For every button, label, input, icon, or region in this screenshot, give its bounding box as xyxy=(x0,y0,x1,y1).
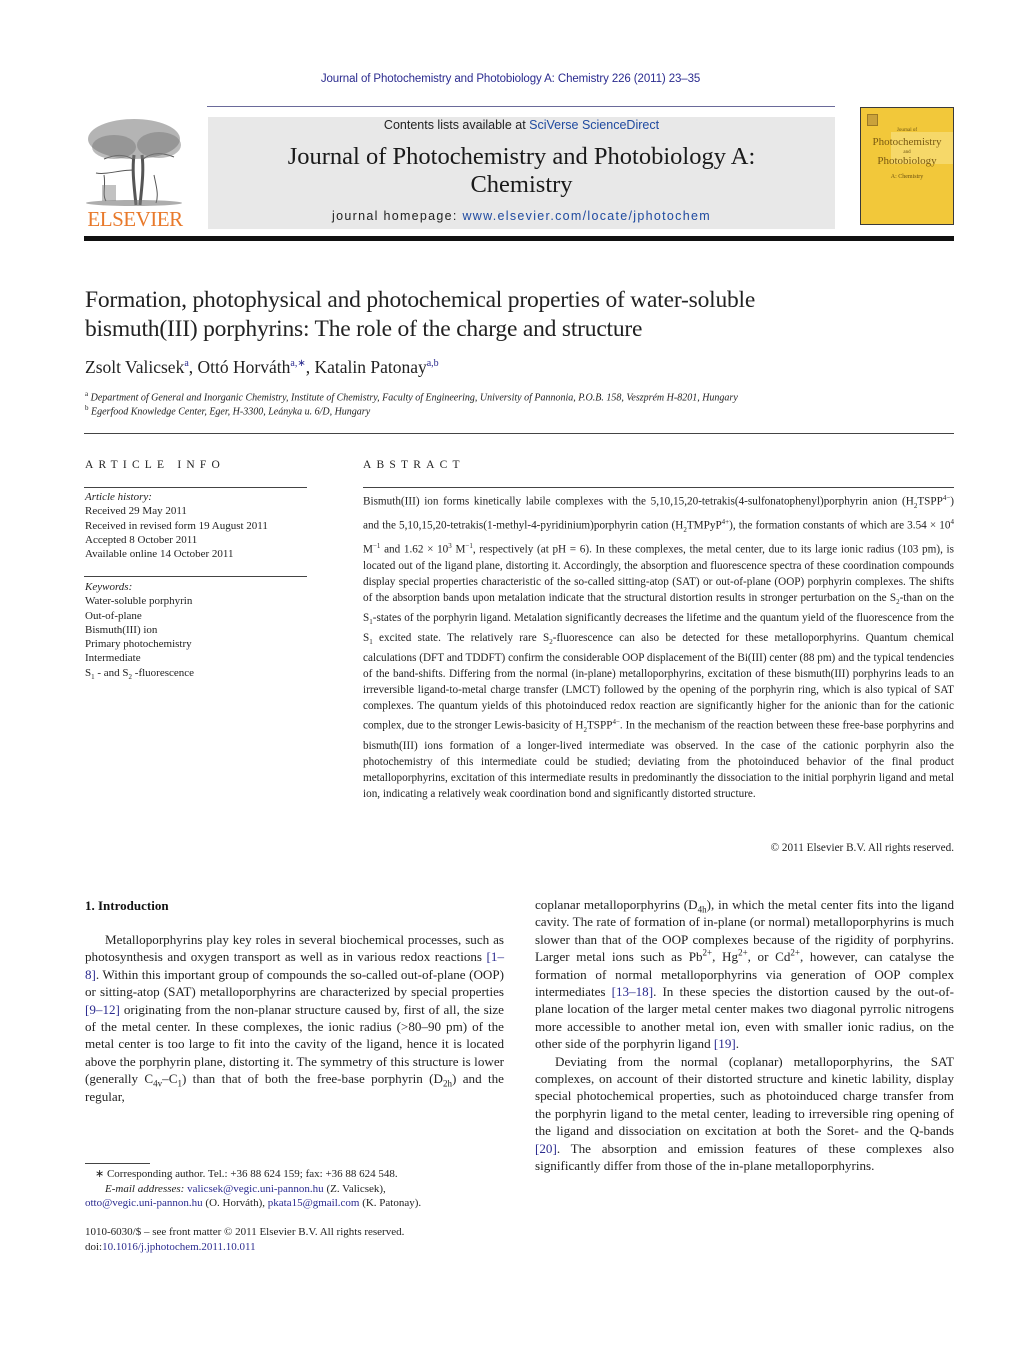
author-affiliation-marker[interactable]: a xyxy=(184,358,188,369)
keywords-divider xyxy=(84,576,307,577)
affiliation-key: b xyxy=(85,404,89,412)
elsevier-wordmark: ELSEVIER xyxy=(87,207,183,231)
journal-title-line2: Chemistry xyxy=(470,171,573,198)
front-matter-info: 1010-6030/$ – see front matter © 2011 El… xyxy=(85,1225,515,1255)
abstract-divider xyxy=(363,487,954,488)
footnote-divider xyxy=(85,1163,150,1164)
cover-publisher-icon xyxy=(867,114,878,126)
journal-homepage: journal homepage: www.elsevier.com/locat… xyxy=(208,209,835,223)
tree-icon xyxy=(86,119,182,206)
body-column-left: Metalloporphyrins play key roles in seve… xyxy=(85,931,504,1105)
article-title: Formation, photophysical and photochemic… xyxy=(85,286,965,344)
article-info-heading: ARTICLE INFO xyxy=(85,459,225,471)
footnotes: ∗ Corresponding author. Tel.: +36 88 624… xyxy=(85,1167,515,1211)
abstract-heading: ABSTRACT xyxy=(363,459,465,471)
keywords-list: Keywords: Water-soluble porphyrin Out-of… xyxy=(85,580,194,684)
homepage-prefix: journal homepage: xyxy=(332,209,463,223)
paragraph: coplanar metalloporphyrins (D4h), in whi… xyxy=(535,897,955,1052)
history-item: Available online 14 October 2011 xyxy=(85,548,234,561)
affiliation-text: Egerfood Knowledge Center, Eger, H-3300,… xyxy=(91,406,371,418)
section-divider xyxy=(84,433,954,434)
copyright-notice: © 2011 Elsevier B.V. All rights reserved… xyxy=(770,842,954,854)
cover-title-2: Photobiology xyxy=(877,155,937,167)
cover-small-title: Journal of xyxy=(896,128,918,133)
email-link[interactable]: valicsek@vegic.uni-pannon.hu xyxy=(187,1183,324,1195)
article-title-line2: bismuth(III) porphyrins: The role of the… xyxy=(85,316,643,342)
author-affiliation-marker[interactable]: a,b xyxy=(427,358,439,369)
doi-link[interactable]: 10.1016/j.jphotochem.2011.10.011 xyxy=(102,1241,255,1253)
author-list: Zsolt Valicseka, Ottó Horvátha,∗, Katali… xyxy=(85,357,439,377)
citation-link[interactable]: [13–18] xyxy=(612,984,653,999)
citation-link[interactable]: [20] xyxy=(535,1141,557,1156)
keyword-item: Bismuth(III) ion xyxy=(85,623,158,636)
affiliation-a: a Department of General and Inorganic Ch… xyxy=(85,390,738,403)
running-head-citation[interactable]: Journal of Photochemistry and Photobiolo… xyxy=(0,73,1021,85)
email-line: E-mail addresses: valicsek@vegic.uni-pan… xyxy=(105,1182,386,1195)
journal-cover-thumbnail[interactable]: Journal of Photochemistry and Photobiolo… xyxy=(860,107,954,225)
masthead-thick-divider xyxy=(84,236,954,241)
corresponding-author-note: ∗ Corresponding author. Tel.: +36 88 624… xyxy=(95,1168,398,1180)
email-link[interactable]: otto@vegic.uni-pannon.hu xyxy=(85,1197,203,1209)
citation-link[interactable]: [9–12] xyxy=(85,1002,120,1017)
keyword-item: Intermediate xyxy=(85,652,141,665)
article-info-divider xyxy=(84,487,307,488)
history-item: Received 29 May 2011 xyxy=(85,505,187,518)
homepage-link[interactable]: www.elsevier.com/locate/jphotochem xyxy=(462,209,710,223)
contents-availability: Contents lists available at SciVerse Sci… xyxy=(208,118,835,132)
keywords-label: Keywords: xyxy=(85,581,133,593)
keyword-item: S1 - and S2 -fluorescence xyxy=(85,666,195,681)
paragraph: Metalloporphyrins play key roles in seve… xyxy=(85,932,504,1104)
journal-title-line1: Journal of Photochemistry and Photobiolo… xyxy=(287,143,756,170)
author-name: Ottó Horváth xyxy=(197,357,291,377)
author-name: Katalin Patonay xyxy=(314,357,427,377)
article-title-line1: Formation, photophysical and photochemic… xyxy=(85,287,756,313)
paragraph: Deviating from the normal (coplanar) met… xyxy=(535,1053,954,1174)
history-item: Accepted 8 October 2011 xyxy=(85,533,198,546)
email-link[interactable]: pkata15@gmail.com xyxy=(268,1197,360,1209)
author-name: Zsolt Valicsek xyxy=(85,357,185,377)
article-history: Article history: Received 29 May 2011 Re… xyxy=(85,490,268,561)
issn-line: 1010-6030/$ – see front matter © 2011 El… xyxy=(85,1226,405,1238)
history-label: Article history: xyxy=(85,491,152,503)
affiliation-key: a xyxy=(85,390,89,398)
abstract-text: Bismuth(III) ion forms kinetically labil… xyxy=(363,494,954,801)
affiliation-text: Department of General and Inorganic Chem… xyxy=(90,392,738,404)
citation-link[interactable]: [19] xyxy=(714,1036,736,1051)
section-heading-introduction: 1. Introduction xyxy=(85,898,169,913)
doi-line: doi:10.1016/j.jphotochem.2011.10.011 xyxy=(85,1241,256,1253)
keyword-item: Water-soluble porphyrin xyxy=(85,595,193,608)
body-column-right: coplanar metalloporphyrins (D4h), in whi… xyxy=(535,896,954,1175)
contents-prefix: Contents lists available at xyxy=(383,118,530,132)
cover-title-1: Photochemistry xyxy=(872,136,942,148)
affiliation-b: b Egerfood Knowledge Center, Eger, H-330… xyxy=(85,404,370,417)
journal-title: Journal of Photochemistry and Photobiolo… xyxy=(208,143,835,199)
top-divider xyxy=(207,106,835,107)
sciencedirect-link[interactable]: SciVerse ScienceDirect xyxy=(529,118,659,132)
email-line: otto@vegic.uni-pannon.hu (O. Horváth), p… xyxy=(85,1197,422,1209)
cover-subtitle: A: Chemistry xyxy=(890,174,924,180)
keyword-item: Out-of-plane xyxy=(85,609,142,622)
author-affiliation-marker[interactable]: a,∗ xyxy=(290,358,305,369)
keyword-item: Primary photochemistry xyxy=(85,638,192,651)
history-item: Received in revised form 19 August 2011 xyxy=(85,519,268,532)
